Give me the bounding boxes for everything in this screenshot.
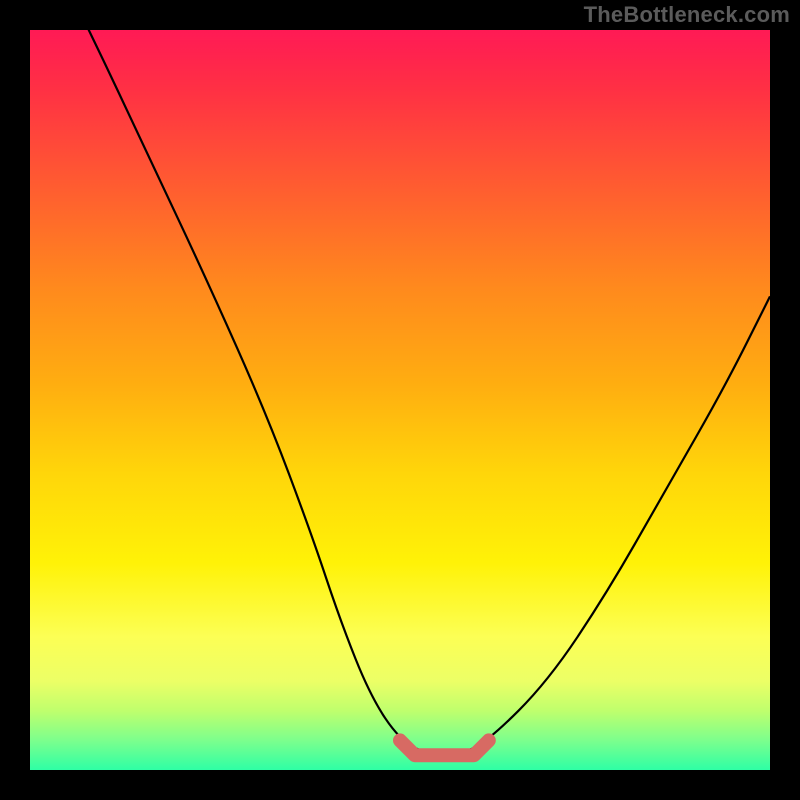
curve-layer <box>30 30 770 770</box>
optimal-range-marker <box>400 740 489 755</box>
chart-frame: TheBottleneck.com <box>0 0 800 800</box>
plot-area <box>30 30 770 770</box>
watermark-text: TheBottleneck.com <box>584 2 790 28</box>
bottleneck-curve <box>30 30 770 755</box>
